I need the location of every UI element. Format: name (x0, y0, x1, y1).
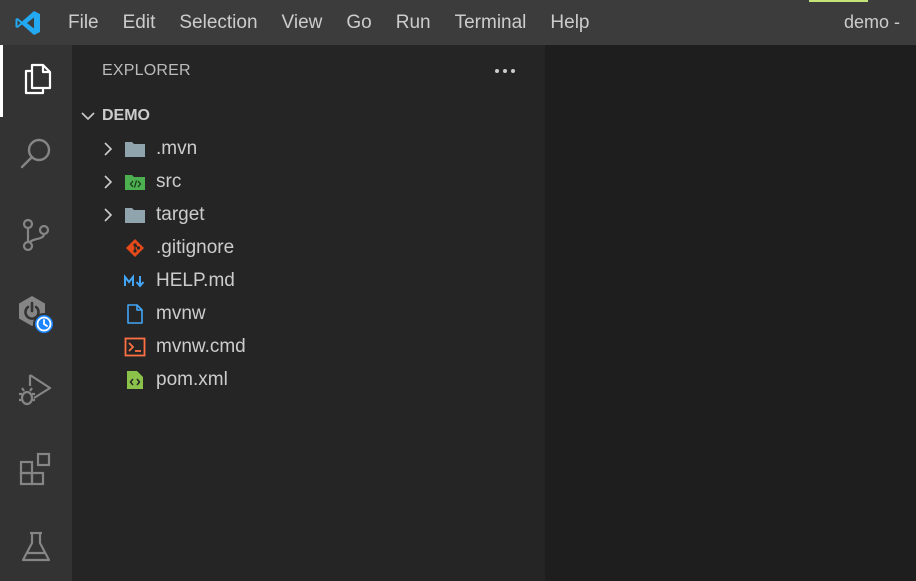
title-bar: File Edit Selection View Go Run Terminal… (0, 0, 916, 45)
activity-explorer[interactable] (0, 45, 72, 117)
tree-item-label: pom.xml (156, 368, 228, 390)
vscode-logo-icon (0, 0, 56, 45)
activity-bar (0, 45, 72, 581)
chevron-right-icon[interactable] (101, 174, 115, 189)
tree-item-target[interactable]: target (72, 198, 545, 231)
activity-extensions[interactable] (0, 435, 72, 507)
chevron-right-icon[interactable] (101, 141, 115, 156)
tree-item-label: mvnw (156, 302, 206, 324)
workspace-section-header[interactable]: DEMO (72, 99, 545, 132)
folder-icon (123, 139, 147, 159)
activity-spring-boot-dashboard[interactable] (0, 280, 72, 352)
tree-item-label: target (156, 203, 205, 225)
extensions-icon (17, 450, 55, 493)
tree-item-label: HELP.md (156, 269, 235, 291)
activity-source-control[interactable] (0, 200, 72, 272)
workspace-title: DEMO (102, 106, 150, 124)
tree-item-pom-xml[interactable]: pom.xml (72, 363, 545, 396)
testing-flask-icon (18, 529, 54, 570)
chevron-right-icon[interactable] (101, 207, 115, 222)
menu-selection[interactable]: Selection (167, 0, 269, 45)
menu-run[interactable]: Run (384, 0, 443, 45)
more-actions-button[interactable] (493, 58, 517, 82)
tree-item-mvnw-cmd[interactable]: mvnw.cmd (72, 330, 545, 363)
run-debug-icon (16, 369, 56, 414)
folder-icon (123, 205, 147, 225)
menu-file[interactable]: File (56, 0, 111, 45)
tree-item-mvnw[interactable]: mvnw (72, 297, 545, 330)
menu-edit[interactable]: Edit (111, 0, 168, 45)
ellipsis-icon (494, 61, 516, 79)
menu-go[interactable]: Go (334, 0, 383, 45)
tree-item-label: mvnw.cmd (156, 335, 246, 357)
menu-terminal[interactable]: Terminal (443, 0, 539, 45)
menu-help[interactable]: Help (538, 0, 601, 45)
git-file-icon (123, 238, 147, 258)
tree-item-src[interactable]: src (72, 165, 545, 198)
tree-item-help-md[interactable]: HELP.md (72, 264, 545, 297)
file-icon (123, 303, 147, 324)
source-control-icon (18, 216, 54, 257)
terminal-file-icon (123, 337, 147, 357)
editor-area[interactable] (545, 45, 916, 581)
file-tree: .mvn src target .gitignore HELP.md mvnw … (72, 132, 545, 396)
activity-testing[interactable] (0, 513, 72, 581)
explorer-header: EXPLORER (102, 62, 191, 79)
tree-item-mvn[interactable]: .mvn (72, 132, 545, 165)
chevron-down-icon (80, 108, 96, 124)
activity-run-debug[interactable] (0, 355, 72, 427)
xml-file-icon (123, 370, 147, 390)
vscode-window: File Edit Selection View Go Run Terminal… (0, 0, 916, 581)
tree-item-label: .mvn (156, 137, 198, 159)
markdown-file-icon (123, 271, 147, 291)
explorer-files-icon (20, 61, 56, 102)
activity-search[interactable] (0, 120, 72, 192)
spring-boot-dashboard-icon (12, 290, 60, 343)
search-icon (18, 136, 54, 177)
tree-item-gitignore[interactable]: .gitignore (72, 231, 545, 264)
explorer-sidebar: EXPLORER DEMO .mvn src target .gitignore… (72, 45, 545, 581)
src-folder-icon (123, 172, 147, 192)
menu-view[interactable]: View (270, 0, 335, 45)
window-title: demo - (843, 12, 900, 32)
tree-item-label: src (156, 170, 182, 192)
tree-item-label: .gitignore (156, 236, 235, 258)
menu-bar: File Edit Selection View Go Run Terminal… (56, 0, 602, 45)
